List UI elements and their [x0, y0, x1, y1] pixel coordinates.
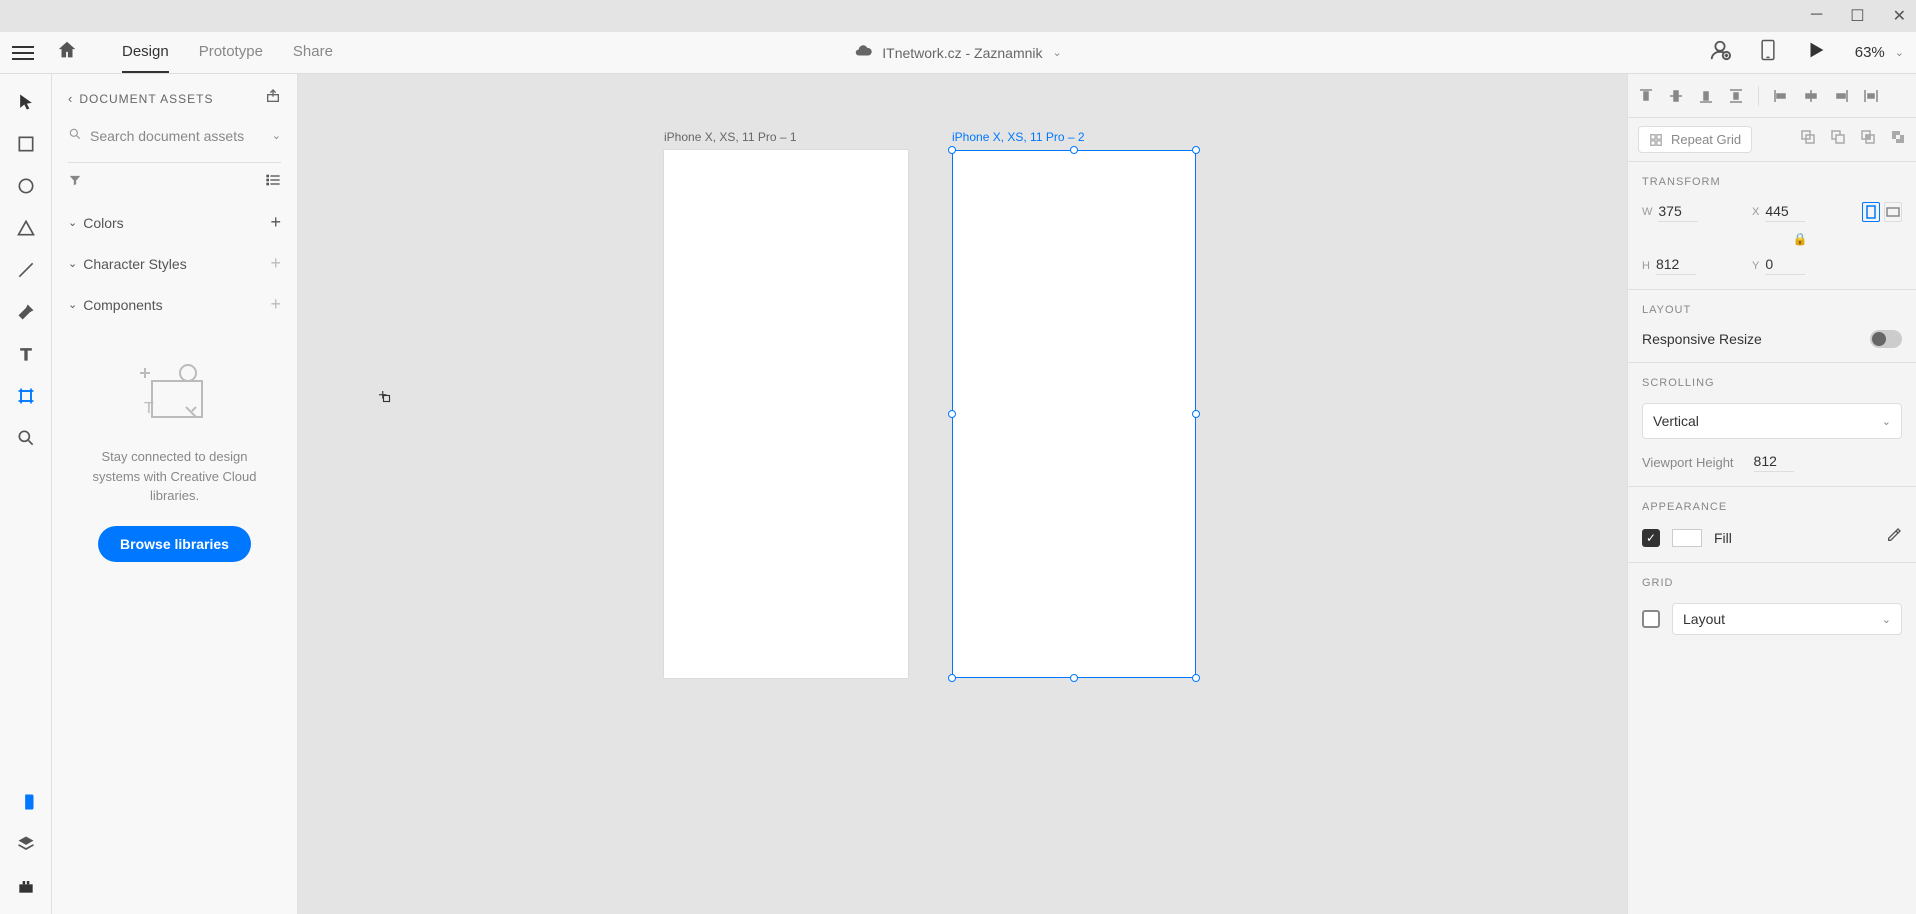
lock-aspect-icon[interactable]: 🔒: [1752, 232, 1848, 246]
viewport-height-label: Viewport Height: [1642, 455, 1734, 470]
transform-section: TRANSFORM w375 x445 🔒 h812 y0: [1628, 162, 1916, 290]
cloud-icon: [854, 42, 872, 63]
device-preview-icon[interactable]: [1759, 39, 1777, 66]
left-toolbar: [0, 74, 52, 914]
bool-intersect-icon[interactable]: [1860, 129, 1876, 150]
add-component-icon[interactable]: +: [270, 294, 281, 315]
list-view-icon[interactable]: [265, 173, 281, 192]
align-hcenter-icon[interactable]: [1803, 88, 1819, 104]
close-button[interactable]: ✕: [1893, 6, 1906, 26]
artboard-cursor-icon: [376, 388, 394, 411]
eyedropper-icon[interactable]: [1886, 527, 1902, 548]
assets-panel: ‹ DOCUMENT ASSETS Search document assets…: [52, 74, 298, 914]
x-field[interactable]: 445: [1765, 203, 1805, 222]
play-icon[interactable]: [1805, 39, 1827, 66]
align-top-icon[interactable]: [1638, 88, 1654, 104]
plugins-panel-icon[interactable]: [16, 876, 36, 896]
invite-icon[interactable]: [1709, 39, 1731, 66]
ellipse-tool-icon[interactable]: [16, 176, 36, 196]
hamburger-menu-icon[interactable]: [12, 42, 34, 64]
search-chevron-icon[interactable]: ⌄: [272, 129, 281, 142]
portrait-icon[interactable]: [1862, 202, 1880, 222]
tab-design[interactable]: Design: [122, 32, 169, 73]
width-field[interactable]: 375: [1658, 203, 1698, 222]
grid-section: GRID Layout⌄: [1628, 563, 1916, 649]
assets-panel-icon[interactable]: [16, 792, 36, 812]
components-section[interactable]: ⌄Components +: [68, 294, 281, 315]
grid-type-select[interactable]: Layout⌄: [1672, 603, 1902, 635]
assets-panel-title: DOCUMENT ASSETS: [79, 92, 213, 106]
pen-tool-icon[interactable]: [16, 302, 36, 322]
bool-add-icon[interactable]: [1800, 129, 1816, 150]
layers-panel-icon[interactable]: [16, 834, 36, 854]
empty-libraries-text: Stay connected to design systems with Cr…: [68, 447, 281, 506]
canvas-area[interactable]: iPhone X, XS, 11 Pro – 1 iPhone X, XS, 1…: [298, 74, 1627, 914]
back-chevron-icon[interactable]: ‹: [68, 91, 73, 106]
responsive-resize-label: Responsive Resize: [1642, 331, 1762, 347]
bool-exclude-icon[interactable]: [1890, 129, 1906, 150]
select-tool-icon[interactable]: [16, 92, 36, 112]
home-icon[interactable]: [56, 39, 78, 66]
os-titlebar: ─ ☐ ✕: [0, 0, 1916, 32]
distribute-h-icon[interactable]: [1863, 88, 1879, 104]
appearance-section: APPEARANCE ✓ Fill: [1628, 487, 1916, 563]
layout-section: LAYOUT Responsive Resize: [1628, 290, 1916, 363]
svg-text:T: T: [144, 400, 154, 417]
responsive-resize-toggle[interactable]: [1870, 330, 1902, 348]
zoom-tool-icon[interactable]: [16, 428, 36, 448]
scrolling-section: SCROLLING Vertical⌄ Viewport Height 812: [1628, 363, 1916, 487]
fill-color-swatch[interactable]: [1672, 529, 1702, 547]
zoom-chevron-icon[interactable]: ⌄: [1895, 46, 1904, 59]
align-vcenter-icon[interactable]: [1668, 88, 1684, 104]
browse-libraries-button[interactable]: Browse libraries: [98, 526, 251, 562]
rectangle-tool-icon[interactable]: [16, 134, 36, 154]
align-bottom-icon[interactable]: [1698, 88, 1714, 104]
chevron-down-icon[interactable]: ⌄: [1053, 46, 1062, 59]
scroll-direction-select[interactable]: Vertical⌄: [1642, 403, 1902, 439]
add-color-icon[interactable]: +: [270, 212, 281, 233]
bool-subtract-icon[interactable]: [1830, 129, 1846, 150]
y-field[interactable]: 0: [1765, 256, 1805, 275]
fill-label: Fill: [1714, 530, 1732, 546]
align-right-icon[interactable]: [1833, 88, 1849, 104]
right-inspector-panel: Repeat Grid TRANSFORM w375 x445 🔒 h812 y…: [1627, 74, 1916, 914]
publish-icon[interactable]: [265, 88, 281, 109]
empty-libraries-illustration: T: [130, 359, 220, 429]
add-style-icon[interactable]: +: [270, 253, 281, 274]
viewport-height-field[interactable]: 812: [1754, 453, 1794, 472]
search-icon: [68, 127, 82, 144]
character-styles-section[interactable]: ⌄Character Styles +: [68, 253, 281, 274]
minimize-button[interactable]: ─: [1811, 6, 1822, 26]
zoom-level[interactable]: 63%: [1855, 44, 1885, 61]
tab-share[interactable]: Share: [293, 32, 333, 73]
colors-section[interactable]: ⌄Colors +: [68, 212, 281, 233]
fill-checkbox[interactable]: ✓: [1642, 529, 1660, 547]
artboard-2-selected[interactable]: [952, 150, 1196, 678]
align-left-icon[interactable]: [1773, 88, 1789, 104]
maximize-button[interactable]: ☐: [1850, 6, 1864, 26]
artboard-1-label[interactable]: iPhone X, XS, 11 Pro – 1: [664, 130, 797, 144]
tab-prototype[interactable]: Prototype: [199, 32, 263, 73]
artboard-tool-icon[interactable]: [16, 386, 36, 406]
artboard-1[interactable]: [664, 150, 908, 678]
app-header: Design Prototype Share ITnetwork.cz - Za…: [0, 32, 1916, 74]
grid-checkbox[interactable]: [1642, 610, 1660, 628]
repeat-grid-button[interactable]: Repeat Grid: [1638, 126, 1752, 153]
text-tool-icon[interactable]: [16, 344, 36, 364]
landscape-icon[interactable]: [1884, 202, 1902, 222]
line-tool-icon[interactable]: [16, 260, 36, 280]
distribute-v-icon[interactable]: [1728, 88, 1744, 104]
artboard-2-label[interactable]: iPhone X, XS, 11 Pro – 2: [952, 130, 1085, 144]
search-input[interactable]: Search document assets: [90, 128, 244, 144]
height-field[interactable]: 812: [1656, 256, 1696, 275]
polygon-tool-icon[interactable]: [16, 218, 36, 238]
filter-icon[interactable]: [68, 173, 82, 192]
document-title[interactable]: ITnetwork.cz - Zaznamnik: [882, 45, 1042, 61]
